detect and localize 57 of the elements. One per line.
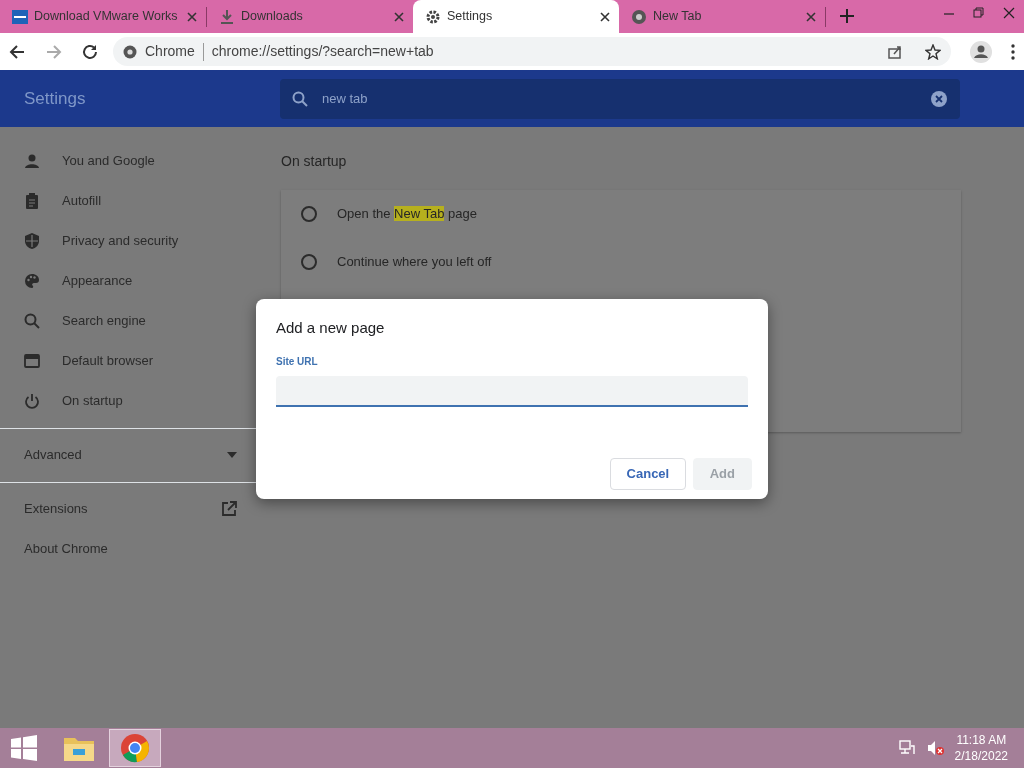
network-icon[interactable]: [898, 740, 915, 756]
expand-icon[interactable]: [226, 452, 237, 458]
browser-tab[interactable]: Downloads: [207, 0, 413, 33]
sidebar-item[interactable]: Privacy and security: [62, 231, 179, 251]
sidebar-item[interactable]: Advanced: [24, 445, 82, 465]
gear-icon: [425, 8, 441, 25]
browser-tab[interactable]: Settings: [413, 0, 619, 33]
back-icon[interactable]: [8, 42, 26, 61]
close-icon[interactable]: [599, 10, 611, 23]
sidebar-item[interactable]: Appearance: [62, 271, 133, 291]
power-icon: [24, 393, 40, 409]
menu-icon[interactable]: [1010, 42, 1016, 61]
sidebar-item[interactable]: You and Google: [62, 151, 155, 171]
clock[interactable]: 11:18 AM 2/18/2022: [944, 731, 1024, 765]
windows-start-icon[interactable]: [11, 735, 37, 761]
section-title: On startup: [281, 152, 348, 171]
radio-button[interactable]: [301, 206, 317, 222]
sidebar-item[interactable]: About Chrome: [24, 539, 108, 559]
shield-icon: [24, 233, 40, 249]
chrome-icon[interactable]: [120, 733, 150, 763]
search-field[interactable]: new tab: [280, 78, 960, 119]
field-label: Site URL: [276, 354, 319, 369]
address-bar[interactable]: Chrome chrome://settings/?search=new+tab: [113, 37, 951, 66]
sidebar-item[interactable]: Autofill: [62, 191, 102, 211]
sidebar-item[interactable]: On startup: [62, 391, 123, 411]
clear-icon[interactable]: [930, 89, 948, 108]
forward-icon[interactable]: [44, 42, 63, 61]
restore-icon[interactable]: [972, 5, 986, 20]
browser-tab[interactable]: Download VMware Works: [0, 0, 206, 33]
dialog-title: Add a new page: [276, 318, 386, 338]
external-link-icon[interactable]: [220, 501, 237, 517]
star-icon[interactable]: [925, 43, 941, 60]
chrome-icon: [631, 8, 647, 25]
person-icon: [24, 153, 40, 169]
download-icon: [219, 8, 235, 25]
input-field[interactable]: [276, 375, 748, 407]
search-icon: [292, 90, 308, 107]
vmware-icon: [12, 8, 28, 25]
profile-icon[interactable]: [969, 40, 992, 63]
sidebar-item[interactable]: Extensions: [24, 499, 88, 519]
option-label[interactable]: Open the New Tab page: [337, 204, 477, 224]
search-icon: [24, 313, 40, 329]
cancel-button[interactable]: Cancel: [609, 457, 687, 490]
new-tab-icon[interactable]: [840, 9, 854, 23]
reload-icon[interactable]: [81, 42, 99, 61]
chrome-icon: [123, 44, 137, 59]
browser-tab[interactable]: New Tab: [619, 0, 825, 33]
clipboard-icon: [24, 193, 40, 209]
muted-speaker-icon[interactable]: [926, 740, 945, 756]
share-icon[interactable]: [886, 43, 903, 60]
sidebar-item[interactable]: Default browser: [62, 351, 154, 371]
browser-window-icon: [24, 353, 40, 369]
sidebar-item[interactable]: Search engine: [62, 311, 146, 331]
palette-icon: [24, 273, 40, 289]
page-title: Settings: [23, 87, 87, 110]
radio-button[interactable]: [301, 254, 317, 270]
option-label[interactable]: Continue where you left off: [337, 252, 492, 272]
